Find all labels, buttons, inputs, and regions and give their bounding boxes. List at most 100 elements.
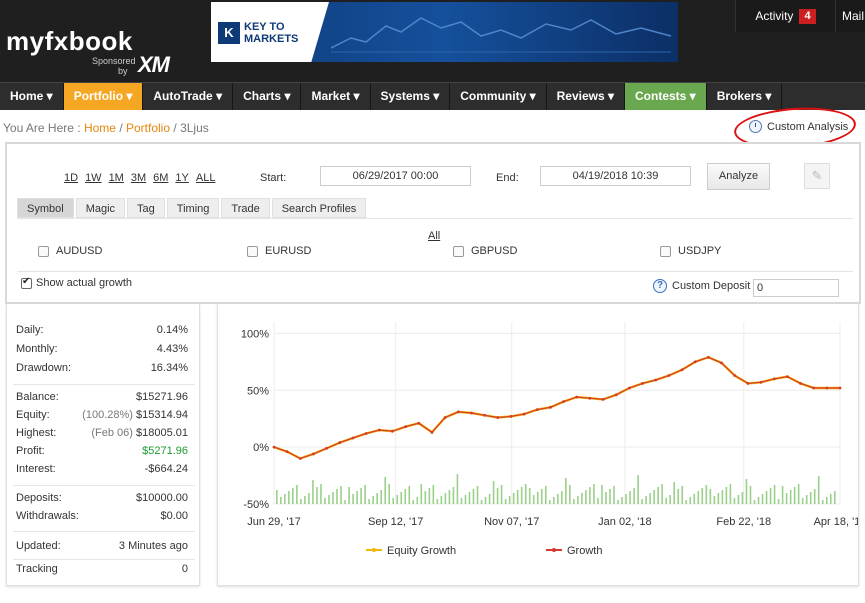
- symbol-option[interactable]: EURUSD: [247, 245, 311, 257]
- advertisement-banner[interactable]: K KEY TO MARKETS: [211, 2, 678, 62]
- symbol-checkbox[interactable]: [660, 245, 671, 257]
- volume-bar: [557, 494, 559, 504]
- volume-bar: [821, 500, 824, 504]
- stat-label: Daily:: [16, 324, 44, 336]
- volume-bar: [637, 475, 639, 504]
- nav-market[interactable]: Market ▾: [301, 83, 371, 110]
- volume-bar: [573, 499, 575, 504]
- select-all-link[interactable]: All: [428, 230, 440, 242]
- tab-search-profiles[interactable]: Search Profiles: [271, 198, 367, 218]
- tab-symbol[interactable]: Symbol: [17, 198, 74, 218]
- range-6m[interactable]: 6M: [153, 172, 168, 184]
- symbol-checkbox[interactable]: [247, 245, 258, 257]
- range-3m[interactable]: 3M: [131, 172, 146, 184]
- range-all[interactable]: ALL: [196, 172, 216, 184]
- symbol-checkbox[interactable]: [453, 245, 464, 257]
- volume-bar: [508, 496, 511, 504]
- custom-analysis-panel: 1D 1W 1M 3M 6M 1Y ALL Start: 06/29/2017 …: [5, 142, 861, 304]
- symbol-option[interactable]: USDJPY: [660, 245, 721, 257]
- by-label: by: [118, 66, 128, 76]
- range-1y[interactable]: 1Y: [175, 172, 188, 184]
- volume-bar: [364, 485, 366, 504]
- volume-bar: [593, 484, 595, 504]
- volume-bar: [669, 495, 671, 504]
- growth-point: [535, 408, 539, 411]
- range-1w[interactable]: 1W: [85, 172, 102, 184]
- nav-autotrade[interactable]: AutoTrade ▾: [143, 83, 234, 110]
- show-actual-growth-checkbox[interactable]: [21, 276, 32, 289]
- volume-bar: [785, 493, 788, 504]
- volume-bar: [565, 478, 567, 504]
- volume-bar: [713, 496, 716, 504]
- tabs-divider: [17, 218, 853, 219]
- symbol-label: GBPUSD: [471, 245, 518, 257]
- volume-bar: [693, 494, 696, 504]
- volume-bar: [729, 484, 732, 504]
- volume-bar: [500, 485, 503, 504]
- nav-systems[interactable]: Systems ▾: [371, 83, 451, 110]
- tab-tag[interactable]: Tag: [127, 198, 165, 218]
- symbol-option[interactable]: AUDUSD: [38, 245, 102, 257]
- nav-portfolio[interactable]: Portfolio ▾: [63, 83, 144, 110]
- show-actual-growth-option[interactable]: Show actual growth: [21, 276, 132, 289]
- stat-value: $15271.96: [136, 391, 188, 403]
- stat-value: $15314.94: [136, 409, 188, 421]
- nav-contests[interactable]: Contests ▾: [625, 83, 707, 110]
- help-icon[interactable]: ?: [653, 279, 667, 293]
- volume-bar: [296, 485, 298, 504]
- start-date-input[interactable]: 06/29/2017 00:00: [320, 166, 471, 186]
- symbol-option[interactable]: GBPUSD: [453, 245, 517, 257]
- custom-deposit-input[interactable]: 0: [753, 279, 839, 297]
- page: myfxbook Sponsored by XM K KEY TO MARKET…: [0, 0, 865, 603]
- mail-button[interactable]: Mail: [835, 0, 865, 32]
- end-label: End:: [496, 172, 519, 184]
- nav-brokers[interactable]: Brokers ▾: [707, 83, 783, 110]
- growth-point: [654, 378, 658, 382]
- volume-bar: [328, 495, 330, 504]
- nav-home[interactable]: Home ▾: [0, 83, 64, 110]
- pin-icon[interactable]: ✎: [804, 163, 830, 189]
- x-tick-label: Jun 29, '17: [247, 516, 300, 528]
- volume-bar: [332, 492, 334, 504]
- breadcrumb-portfolio[interactable]: Portfolio: [126, 121, 170, 135]
- tab-timing[interactable]: Timing: [166, 198, 220, 218]
- nav-reviews[interactable]: Reviews ▾: [547, 83, 625, 110]
- volume-bar: [753, 500, 756, 504]
- volume-bar: [492, 481, 495, 504]
- end-date-input[interactable]: 04/19/2018 10:39: [540, 166, 691, 186]
- volume-bar: [336, 489, 338, 504]
- volume-bar: [440, 496, 443, 504]
- growth-point: [575, 395, 579, 399]
- activity-button[interactable]: Activity 4: [735, 0, 835, 32]
- volume-bar: [300, 499, 302, 504]
- volume-bar: [464, 495, 467, 504]
- clock-icon: [749, 120, 762, 133]
- growth-point: [351, 436, 355, 440]
- custom-analysis-button[interactable]: Custom Analysis: [749, 120, 848, 133]
- top-right-menu: Activity 4 Mail: [735, 0, 865, 32]
- volume-bar: [761, 494, 764, 504]
- stat-label: Drawdown:: [16, 362, 72, 374]
- myfxbook-logo[interactable]: myfxbook Sponsored by XM: [6, 26, 186, 78]
- range-1m[interactable]: 1M: [109, 172, 124, 184]
- growth-point: [759, 380, 763, 384]
- growth-chart[interactable]: 100% 50% 0% -50% Jun 29, '17 Sep 12, '17 Nov 0…: [217, 304, 859, 586]
- volume-bar: [528, 488, 531, 504]
- stat-interest: Interest: -$664.24: [16, 463, 188, 479]
- growth-point: [325, 446, 329, 450]
- growth-point: [549, 405, 552, 409]
- analyze-button[interactable]: Analyze: [707, 163, 770, 190]
- volume-bar: [677, 489, 680, 504]
- x-tick-label: Nov 07, '17: [484, 516, 539, 528]
- volume-bar: [384, 477, 386, 504]
- tab-magic[interactable]: Magic: [75, 198, 126, 218]
- breadcrumb-home[interactable]: Home: [84, 121, 116, 135]
- activity-label: Activity: [755, 9, 794, 23]
- nav-charts[interactable]: Charts ▾: [233, 83, 302, 110]
- range-1d[interactable]: 1D: [64, 172, 78, 184]
- nav-community[interactable]: Community ▾: [450, 83, 547, 110]
- banner-text: KEY TO MARKETS: [244, 21, 299, 45]
- symbol-checkbox[interactable]: [38, 245, 49, 257]
- y-tick-label: -50%: [243, 499, 269, 511]
- tab-trade[interactable]: Trade: [221, 198, 270, 218]
